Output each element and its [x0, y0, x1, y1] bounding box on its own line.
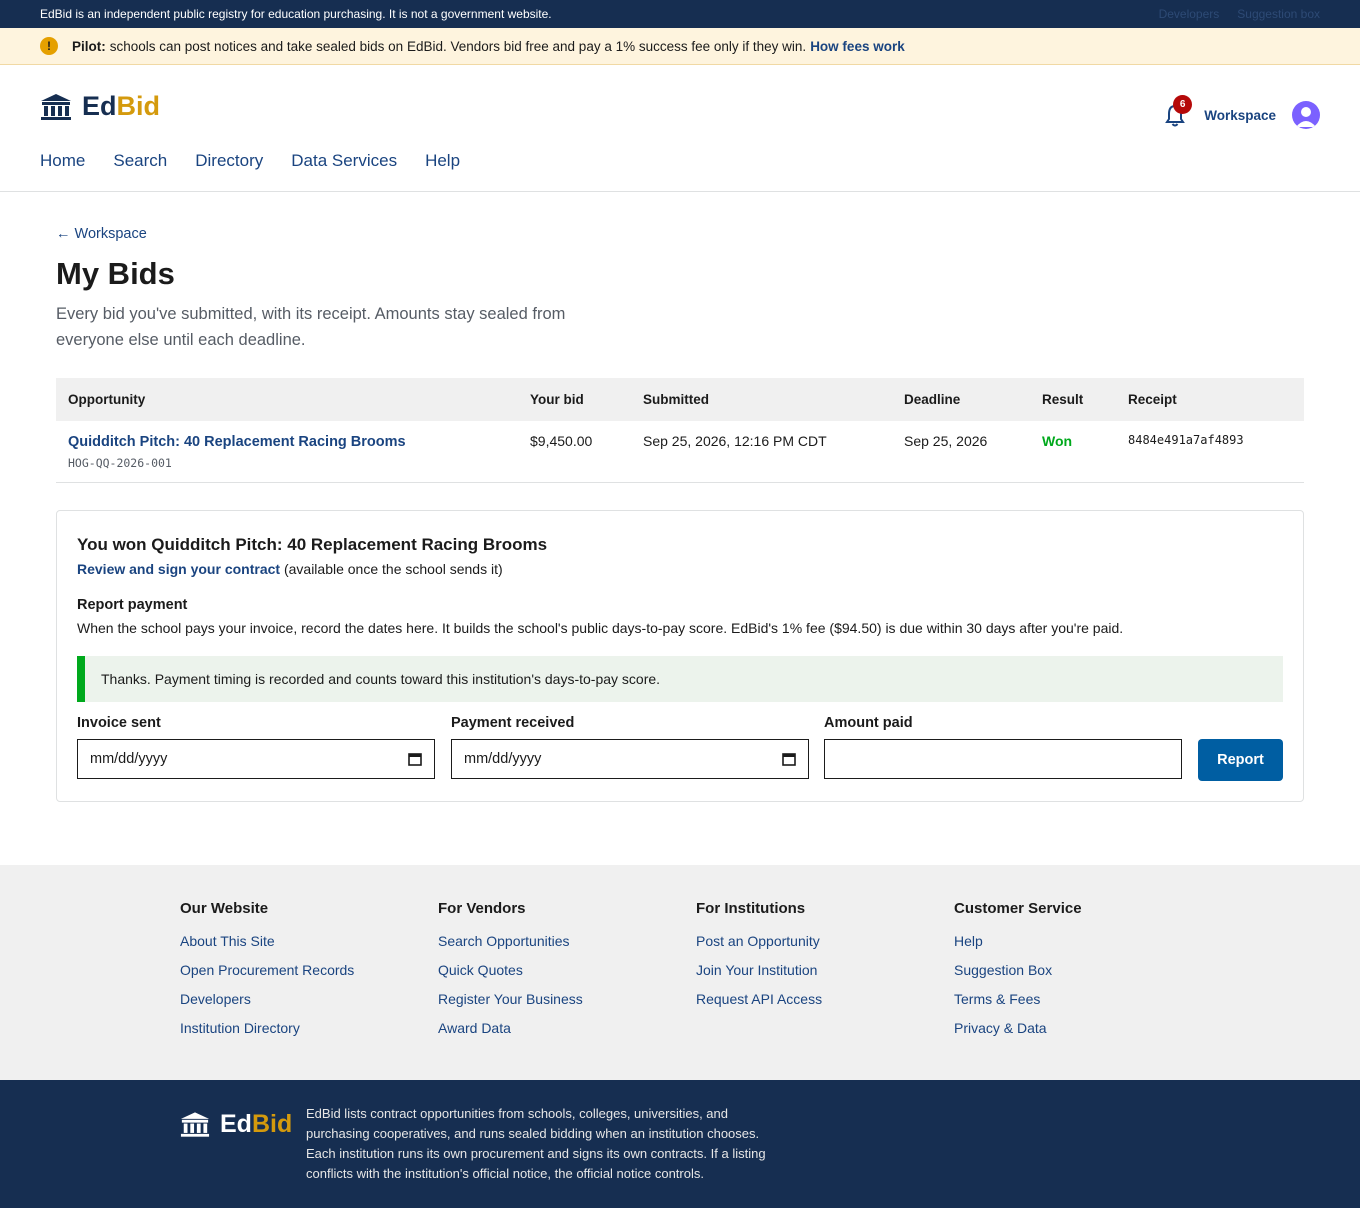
footer-link-post-opportunity[interactable]: Post an Opportunity [696, 933, 822, 949]
report-payment-description: When the school pays your invoice, recor… [77, 620, 1124, 636]
footer-link-suggestion-box[interactable]: Suggestion Box [954, 962, 1082, 978]
footer-col-for-institutions: For Institutions Post an Opportunity Joi… [696, 900, 822, 1020]
invoice-sent-field: Invoice sent mm/dd/yyyy [77, 715, 435, 779]
col-opportunity: Opportunity [68, 392, 146, 407]
top-link-developers[interactable]: Developers [1159, 7, 1220, 21]
page-title: My Bids [56, 256, 175, 291]
pilot-banner: ! Pilot: schools can post notices and ta… [0, 28, 1360, 65]
won-card: You won Quidditch Pitch: 40 Replacement … [56, 510, 1304, 802]
warning-icon: ! [40, 37, 58, 55]
contract-line: Review and sign your contract (available… [77, 561, 503, 577]
invoice-sent-input[interactable]: mm/dd/yyyy [77, 739, 435, 779]
nav-search[interactable]: Search [113, 151, 167, 171]
logo[interactable]: EdBid [40, 91, 160, 122]
calendar-icon[interactable] [782, 752, 796, 766]
col-deadline: Deadline [904, 392, 961, 407]
footer-links: Our Website About This Site Open Procure… [0, 865, 1360, 1080]
won-title: You won Quidditch Pitch: 40 Replacement … [77, 535, 548, 554]
pilot-label: Pilot: [72, 38, 106, 54]
logo-bid: Bid [116, 91, 161, 121]
nav-data-services[interactable]: Data Services [291, 151, 397, 171]
payment-received-input[interactable]: mm/dd/yyyy [451, 739, 809, 779]
workspace-link[interactable]: Workspace [1204, 108, 1276, 123]
receipt-hash: 8484e491a7af4893 [1116, 421, 1304, 483]
calendar-icon[interactable] [408, 752, 422, 766]
notification-badge: 6 [1173, 95, 1193, 114]
site-header: EdBid Home Search Directory Data Service… [0, 65, 1360, 192]
header-actions: 6 Workspace [1164, 95, 1320, 129]
payment-received-field: Payment received mm/dd/yyyy [451, 715, 809, 779]
user-icon [1296, 107, 1316, 127]
opportunity-link[interactable]: Quidditch Pitch: 40 Replacement Racing B… [68, 434, 406, 450]
footer-heading: Our Website [180, 900, 269, 917]
contract-note: (available once the school sends it) [283, 561, 503, 577]
report-button[interactable]: Report [1198, 739, 1283, 781]
footer-link-open-records[interactable]: Open Procurement Records [180, 962, 354, 978]
col-receipt: Receipt [1128, 392, 1177, 407]
result-status: Won [1030, 421, 1116, 483]
footer-link-join-institution[interactable]: Join Your Institution [696, 962, 822, 978]
notifications-button[interactable]: 6 [1164, 95, 1193, 127]
disclaimer-text: EdBid is an independent public registry … [40, 7, 552, 21]
payment-received-label: Payment received [451, 715, 575, 731]
footer-logo[interactable]: EdBid [180, 1110, 292, 1139]
footer-link-quick-quotes[interactable]: Quick Quotes [438, 962, 583, 978]
page-description: Every bid you've submitted, with its rec… [56, 305, 566, 349]
report-payment-heading: Report payment [77, 597, 188, 613]
back-to-workspace-link[interactable]: ← Workspace [56, 226, 147, 242]
footer-link-developers[interactable]: Developers [180, 991, 354, 1007]
logo-ed: Ed [82, 91, 117, 121]
amount-paid-input[interactable] [824, 739, 1182, 779]
payment-received-value: mm/dd/yyyy [464, 751, 542, 767]
bid-amount: $9,450.00 [518, 421, 631, 483]
footer-col-for-vendors: For Vendors Search Opportunities Quick Q… [438, 900, 583, 1049]
invoice-sent-label: Invoice sent [77, 715, 161, 731]
building-icon [41, 93, 71, 120]
review-contract-link[interactable]: Review and sign your contract [77, 561, 280, 577]
footer-heading: For Institutions [696, 900, 806, 917]
footer-col-customer-service: Customer Service Help Suggestion Box Ter… [954, 900, 1082, 1049]
footer-link-award-data[interactable]: Award Data [438, 1020, 583, 1036]
success-alert: Thanks. Payment timing is recorded and c… [77, 656, 1283, 702]
footer-link-terms-fees[interactable]: Terms & Fees [954, 991, 1082, 1007]
footer-logo-ed: Ed [220, 1110, 252, 1138]
avatar[interactable] [1292, 101, 1320, 129]
top-banner: EdBid is an independent public registry … [0, 0, 1360, 28]
footer-link-request-api[interactable]: Request API Access [696, 991, 822, 1007]
table-row: Quidditch Pitch: 40 Replacement Racing B… [56, 421, 1304, 483]
opportunity-id: HOG-QQ-2026-001 [68, 456, 172, 470]
top-links: Developers Suggestion box [1159, 7, 1320, 21]
deadline-date: Sep 25, 2026 [892, 421, 1030, 483]
footer-link-about[interactable]: About This Site [180, 933, 354, 949]
footer-disclaimer: EdBid lists contract opportunities from … [306, 1106, 766, 1181]
bids-table: Opportunity Your bid Submitted Deadline … [56, 378, 1304, 483]
success-alert-text: Thanks. Payment timing is recorded and c… [101, 671, 661, 687]
footer-heading: For Vendors [438, 900, 526, 917]
footer-link-institution-directory[interactable]: Institution Directory [180, 1020, 354, 1036]
main-nav: Home Search Directory Data Services Help [40, 151, 460, 171]
invoice-sent-value: mm/dd/yyyy [90, 751, 168, 767]
footer-heading: Customer Service [954, 900, 1082, 917]
submitted-date: Sep 25, 2026, 12:16 PM CDT [631, 421, 892, 483]
amount-paid-label: Amount paid [824, 715, 913, 731]
nav-directory[interactable]: Directory [195, 151, 263, 171]
col-result: Result [1042, 392, 1084, 407]
nav-help[interactable]: Help [425, 151, 460, 171]
building-icon [180, 1112, 210, 1137]
col-submitted: Submitted [643, 392, 709, 407]
pilot-message: schools can post notices and take sealed… [109, 38, 807, 54]
footer-link-help[interactable]: Help [954, 933, 1082, 949]
footer-logo-bid: Bid [251, 1110, 293, 1138]
footer-link-register-business[interactable]: Register Your Business [438, 991, 583, 1007]
nav-home[interactable]: Home [40, 151, 85, 171]
footer-bottom: EdBid EdBid lists contract opportunities… [0, 1080, 1360, 1208]
how-fees-work-link[interactable]: How fees work [810, 39, 905, 54]
top-link-suggestion-box[interactable]: Suggestion box [1237, 7, 1320, 21]
footer-link-search-opportunities[interactable]: Search Opportunities [438, 933, 583, 949]
amount-paid-field: Amount paid [824, 715, 1182, 779]
table-header-row: Opportunity Your bid Submitted Deadline … [56, 378, 1304, 421]
footer-link-privacy[interactable]: Privacy & Data [954, 1020, 1082, 1036]
footer-col-our-website: Our Website About This Site Open Procure… [180, 900, 354, 1049]
col-your-bid: Your bid [530, 392, 584, 407]
